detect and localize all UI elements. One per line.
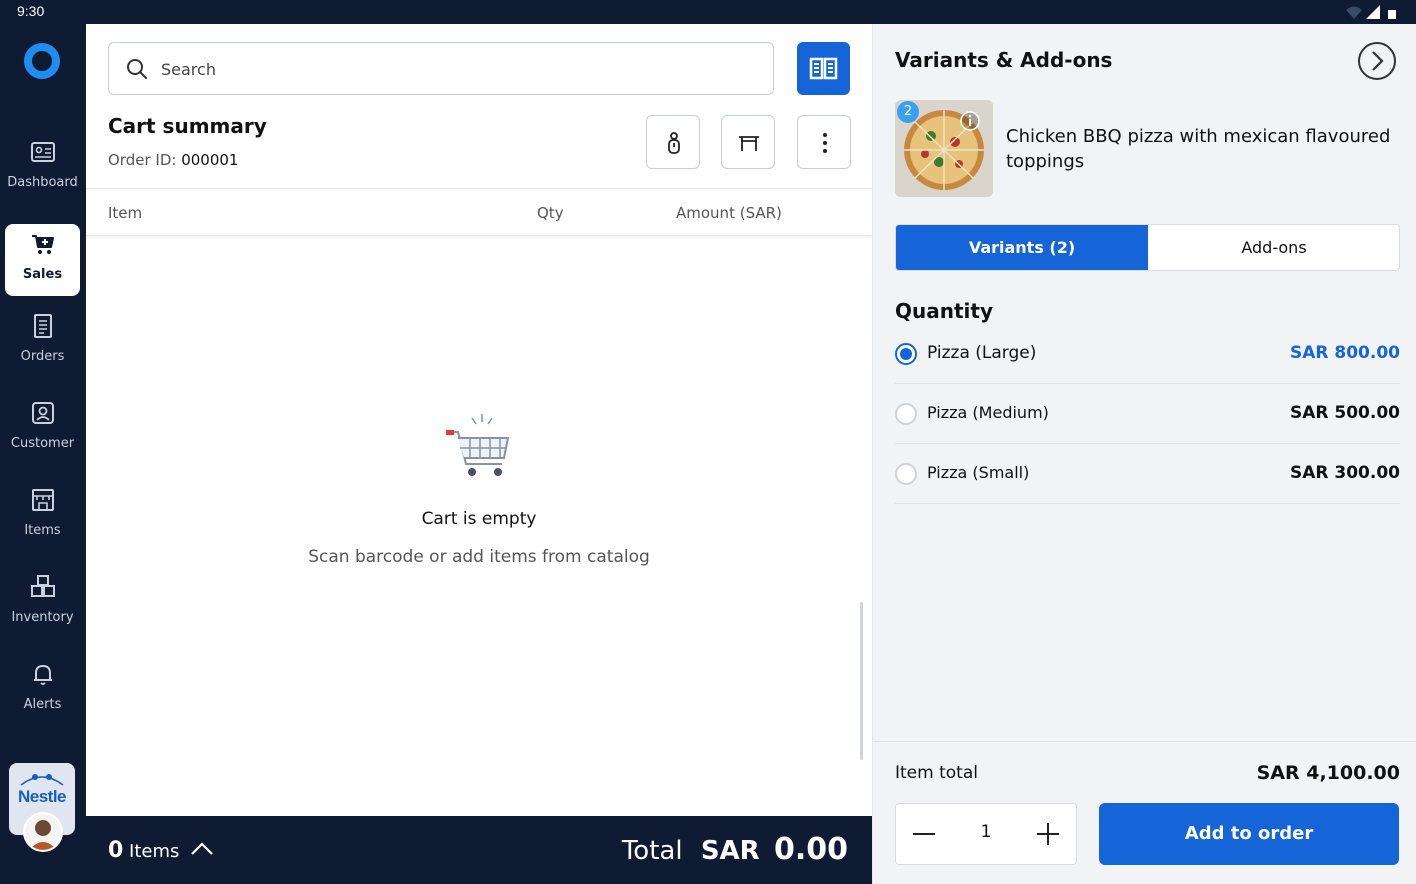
radio-button[interactable]	[895, 403, 917, 425]
bell-icon	[34, 665, 52, 685]
sidebar-item-inventory[interactable]: Inventory	[5, 567, 80, 639]
total-currency: SAR	[700, 836, 760, 866]
app-logo-icon	[24, 43, 60, 79]
avatar[interactable]	[23, 812, 63, 852]
empty-cart-icon	[446, 414, 510, 476]
tab-variants[interactable]: Variants (2)	[896, 225, 1148, 270]
catalog-button[interactable]	[797, 42, 850, 95]
variant-option-medium[interactable]: Pizza (Medium) SAR 500.00	[895, 384, 1400, 444]
sidebar-item-items[interactable]: Items	[5, 480, 80, 552]
item-total-label: Item total	[895, 763, 978, 783]
variant-price: SAR 500.00	[1289, 403, 1400, 423]
store-icon	[32, 489, 54, 511]
variant-option-small[interactable]: Pizza (Small) SAR 300.00	[895, 444, 1400, 504]
sidebar-item-label: Orders	[20, 349, 65, 364]
sidebar-item-label: Inventory	[11, 610, 74, 625]
cart-summary-title: Cart summary	[108, 114, 267, 138]
sidebar-item-sales[interactable]: Sales	[5, 224, 80, 296]
status-bar: 9:30	[0, 0, 1416, 24]
empty-cart-title: Cart is empty	[421, 509, 537, 529]
items-count-number: 0	[108, 838, 124, 863]
status-time: 9:30	[17, 3, 45, 19]
table-button[interactable]	[721, 115, 775, 169]
sidebar-item-label: Alerts	[23, 697, 62, 712]
scanner-icon	[668, 132, 680, 154]
radio-button[interactable]	[895, 343, 917, 365]
cart-footer: 0 Items Total SAR 0.00	[86, 816, 872, 884]
sidebar-item-label: Dashboard	[7, 175, 78, 190]
panel-title: Variants & Add-ons	[895, 48, 1113, 72]
product-quantity-badge: 2	[897, 101, 919, 123]
quantity-heading: Quantity	[895, 299, 993, 323]
search-input[interactable]	[161, 53, 751, 85]
sidebar-item-customer[interactable]: Customer	[5, 393, 80, 465]
chevron-up-icon[interactable]	[190, 840, 214, 856]
column-qty: Qty	[537, 204, 564, 222]
scrollbar[interactable]	[860, 602, 863, 760]
variant-name: Pizza (Small)	[927, 463, 1030, 482]
panel-footer: Item total SAR 4,100.00 1 Add to order	[873, 741, 1416, 884]
order-id-label: Order ID:	[108, 151, 177, 169]
brand-name: Nestle	[17, 787, 67, 806]
battery-icon	[1388, 10, 1396, 19]
dashboard-icon	[31, 142, 55, 162]
product-name: Chicken BBQ pizza with mexican flavoured…	[1006, 126, 1391, 172]
item-total-value: SAR 4,100.00	[1256, 762, 1400, 784]
cart-table-header: Item Qty Amount (SAR)	[86, 188, 872, 236]
sidebar-item-alerts[interactable]: Alerts	[5, 654, 80, 726]
cart-plus-icon	[32, 235, 54, 254]
orders-icon	[34, 314, 52, 338]
search-icon	[127, 59, 147, 79]
plus-icon[interactable]	[1034, 820, 1062, 848]
column-item: Item	[108, 204, 143, 222]
sidebar-item-label: Sales	[22, 267, 63, 282]
chevron-right-circle-icon[interactable]	[1357, 41, 1397, 81]
quantity-stepper: 1	[895, 803, 1077, 865]
order-id: Order ID: 000001	[108, 151, 238, 169]
empty-cart-subtitle: Scan barcode or add items from catalog	[308, 547, 650, 567]
sidebar: Dashboard Sales Orders Customer Items In…	[0, 24, 86, 884]
variants-addons-tabs: Variants (2) Add-ons	[895, 224, 1400, 271]
more-options-button[interactable]	[797, 115, 851, 169]
search-bar[interactable]	[108, 42, 774, 95]
order-id-value: 000001	[181, 151, 239, 169]
variant-name: Pizza (Large)	[927, 343, 1037, 363]
cart-area: Cart summary Order ID: 000001 Item Qty A…	[86, 24, 872, 816]
cart-total: Total SAR 0.00	[622, 832, 848, 867]
sidebar-item-label: Customer	[10, 436, 75, 451]
user-avatar-icon	[29, 820, 57, 850]
tab-addons[interactable]: Add-ons	[1148, 225, 1399, 270]
variants-panel: Variants & Add-ons 2 Chicken BBQ pizza w…	[872, 24, 1416, 884]
total-value: 0.00	[773, 832, 848, 867]
sidebar-item-dashboard[interactable]: Dashboard	[5, 132, 80, 204]
table-icon	[739, 136, 759, 151]
inventory-icon	[31, 575, 55, 597]
variant-price: SAR 800.00	[1289, 343, 1400, 363]
system-status-icons	[1346, 5, 1396, 19]
quantity-value[interactable]: 1	[956, 822, 1016, 842]
add-to-order-button[interactable]: Add to order	[1099, 803, 1399, 865]
items-count[interactable]: 0 Items	[108, 838, 179, 863]
variant-name: Pizza (Medium)	[927, 403, 1049, 422]
minus-icon[interactable]	[910, 820, 938, 848]
sidebar-item-orders[interactable]: Orders	[5, 306, 80, 378]
items-count-label: Items	[129, 841, 180, 862]
customer-icon	[32, 402, 54, 424]
sidebar-item-label: Items	[24, 523, 61, 538]
total-label: Total	[621, 836, 683, 866]
wifi-icon	[1346, 6, 1362, 19]
catalog-book-icon	[809, 57, 838, 80]
scanner-button[interactable]	[646, 115, 700, 169]
variant-option-large[interactable]: Pizza (Large) SAR 800.00	[895, 324, 1400, 384]
variant-price: SAR 300.00	[1289, 463, 1400, 483]
signal-icon	[1366, 5, 1380, 19]
more-vertical-icon	[823, 133, 827, 153]
column-amount: Amount (SAR)	[676, 204, 782, 222]
radio-button[interactable]	[895, 463, 917, 485]
info-icon[interactable]	[959, 110, 981, 132]
